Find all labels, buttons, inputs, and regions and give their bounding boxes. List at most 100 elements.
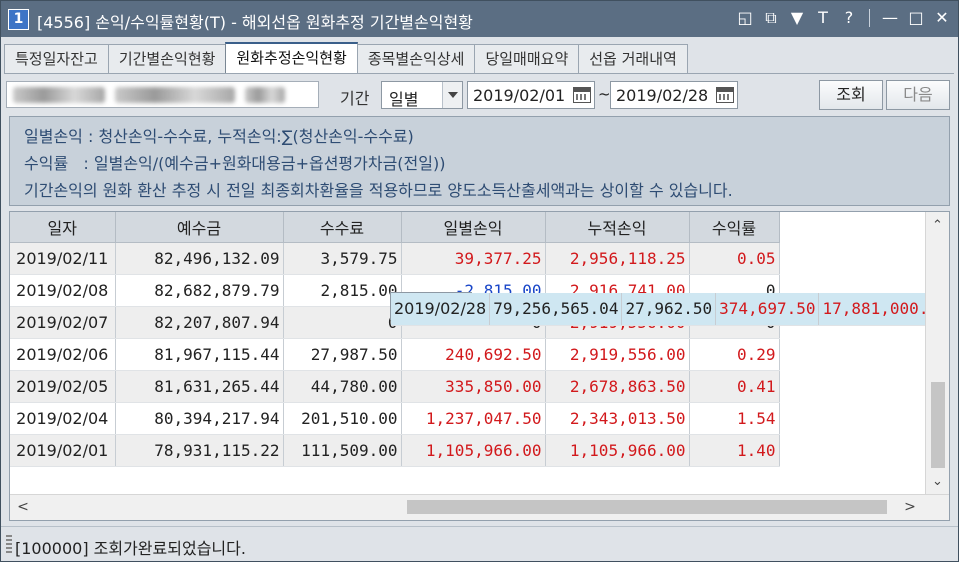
window-title: [4556] 손익/수익률현황(T) - 해외선옵 원화추정 기간별손익현황 [37, 13, 473, 32]
date-to-value: 2019/02/28 [616, 86, 709, 105]
table-cell: 82,207,807.94 [115, 306, 284, 339]
table-cell: 1.40 [689, 434, 780, 467]
window: 1 [4556] 손익/수익률현황(T) - 해외선옵 원화추정 기간별손익현황… [0, 0, 959, 562]
table-cell: 3,579.75 [283, 242, 402, 275]
vertical-scrollbar[interactable]: ⌃ ⌄ [925, 212, 949, 494]
table-row[interactable]: 2019/02/05 81,631,265.44 44,780.00 335,850.… [10, 370, 780, 403]
period-label: 기간 [340, 89, 370, 108]
info-line-notice: 기간손익의 원화 환산 추정 시 전일 최종회차환율을 적용하므로 양도소득산출… [24, 181, 733, 200]
table-cell: 2019/02/01 [10, 434, 116, 467]
table-cell: 201,510.00 [283, 402, 402, 435]
help-icon[interactable]: ? [839, 7, 859, 29]
title-bar-separator [869, 9, 870, 27]
table-cell: 44,780.00 [283, 370, 402, 403]
minimize-icon[interactable]: — [880, 7, 900, 29]
tab-4[interactable]: 종목별손익상세 [356, 44, 476, 73]
maximize-icon[interactable]: □ [906, 7, 926, 29]
table-cell: 0.05 [689, 242, 780, 275]
date-from-field[interactable]: 2019/02/01 [467, 81, 595, 109]
column-header[interactable]: 누적손익 [545, 212, 690, 243]
table-cell: 79,256,565.04 [489, 293, 623, 326]
tab-3[interactable]: 원화추정손익현황 [225, 42, 358, 73]
table-cell: 27,962.50 [621, 293, 717, 326]
pnl-grid: 일자 예수금 수수료 일별손익 누적손익 수익률 2019/02/28 79,256,565… [9, 211, 950, 521]
date-from-value: 2019/02/01 [473, 86, 566, 105]
column-header[interactable]: 예수금 [115, 212, 284, 243]
scroll-up-icon[interactable]: ⌃ [926, 214, 949, 238]
table-cell: 1,105,966.00 [545, 434, 690, 467]
table-cell: 82,682,879.79 [115, 274, 284, 307]
copy-window-icon[interactable]: ⧉ [761, 7, 781, 29]
scroll-left-icon[interactable]: < [12, 495, 34, 520]
search-button[interactable]: 조회 [819, 80, 883, 110]
window-number-badge[interactable]: 1 [8, 9, 29, 30]
table-cell: 78,931,115.22 [115, 434, 284, 467]
table-cell: 81,967,115.44 [115, 338, 284, 371]
period-select[interactable]: 일별 [381, 81, 463, 109]
table-row[interactable]: 2019/02/06 81,967,115.44 27,987.50 240,692.… [10, 338, 780, 371]
layout-icon[interactable]: ◱ [735, 7, 755, 29]
column-header[interactable]: 일별손익 [401, 212, 546, 243]
table-cell: 80,394,217.94 [115, 402, 284, 435]
calendar-icon[interactable] [573, 87, 591, 103]
scroll-right-icon[interactable]: > [899, 495, 921, 520]
table-cell: 2,815.00 [283, 274, 402, 307]
info-line-return-rate: 수익률 : 일별손익/(예수금+원화대용금+옵션평가차금(전일)) [24, 154, 446, 173]
column-header[interactable]: 수수료 [283, 212, 402, 243]
table-header-row: 일자 예수금 수수료 일별손익 누적손익 수익률 [10, 212, 780, 243]
vertical-scroll-thumb[interactable] [931, 382, 945, 468]
table-cell: 1,237,047.50 [401, 402, 546, 435]
title-bar: 1 [4556] 손익/수익률현황(T) - 해외선옵 원화추정 기간별손익현황… [1, 1, 958, 37]
table-row[interactable]: 2019/02/11 82,496,132.09 3,579.75 39,377.25… [10, 242, 780, 275]
tab-2[interactable]: 기간별손익현황 [107, 44, 227, 73]
tab-bar: 특정일자잔고 기간별손익현황 원화추정손익현황 종목별손익상세 당일매매요약 선옵 거래내… [4, 42, 688, 74]
tab-divider [4, 73, 954, 74]
column-header[interactable]: 일자 [10, 212, 116, 243]
tab-1[interactable]: 특정일자잔고 [4, 44, 109, 73]
date-range-separator: ~ [598, 85, 611, 103]
next-button[interactable]: 다음 [886, 80, 950, 110]
table-cell: 2019/02/05 [10, 370, 116, 403]
grip-icon [6, 535, 12, 553]
table-cell: 2,956,118.25 [545, 242, 690, 275]
table-cell: 2,919,556.00 [545, 338, 690, 371]
table-cell: 27,987.50 [283, 338, 402, 371]
account-field-redacted[interactable] [6, 81, 319, 108]
status-message: [100000] 조회가완료되었습니다. [15, 539, 246, 558]
horizontal-scrollbar[interactable]: < > [10, 494, 949, 520]
pnl-table: 일자 예수금 수수료 일별손익 누적손익 수익률 2019/02/28 79,256,565… [10, 212, 949, 467]
table-cell: 2,343,013.50 [545, 402, 690, 435]
table-row[interactable]: 2019/02/28 79,256,565.04 27,962.50 374,697.… [390, 292, 949, 326]
table-cell: 2019/02/08 [10, 274, 116, 307]
chevron-down-icon[interactable] [442, 82, 462, 108]
table-cell: 2019/02/07 [10, 306, 116, 339]
date-to-field[interactable]: 2019/02/28 [610, 81, 738, 109]
table-cell: 1.54 [689, 402, 780, 435]
table-cell: 82,496,132.09 [115, 242, 284, 275]
column-header[interactable]: 수익률 [689, 212, 780, 243]
calendar-icon[interactable] [716, 87, 734, 103]
table-cell: 1,105,966.00 [401, 434, 546, 467]
table-cell: 39,377.25 [401, 242, 546, 275]
table-cell: 2019/02/06 [10, 338, 116, 371]
tab-5[interactable]: 당일매매요약 [474, 44, 580, 73]
scroll-down-icon[interactable]: ⌄ [926, 470, 949, 494]
table-cell: 335,850.00 [401, 370, 546, 403]
status-bar: [100000] 조회가완료되었습니다. [1, 526, 958, 561]
table-row[interactable]: 2019/02/04 80,394,217.94 201,510.00 1,237,0… [10, 402, 780, 435]
text-icon[interactable]: T [813, 7, 833, 29]
period-select-value: 일별 [389, 90, 419, 109]
pin-icon[interactable]: ▼ [787, 7, 807, 29]
info-line-daily-pnl: 일별손익 : 청산손익-수수료, 누적손익:∑(청산손익-수수료) [24, 127, 414, 146]
tab-6[interactable]: 선옵 거래내역 [578, 44, 688, 73]
table-cell: 0 [283, 306, 402, 339]
title-bar-icons: ◱ ⧉ ▼ T? — □ ✕ [735, 7, 952, 29]
horizontal-scroll-thumb[interactable] [407, 500, 887, 514]
close-icon[interactable]: ✕ [932, 7, 952, 29]
table-cell: 240,692.50 [401, 338, 546, 371]
info-panel: 일별손익 : 청산손익-수수료, 누적손익:∑(청산손익-수수료) 수익률 : … [9, 116, 950, 206]
table-cell: 0.41 [689, 370, 780, 403]
table-cell: 2019/02/28 [391, 293, 491, 326]
table-row[interactable]: 2019/02/01 78,931,115.22 111,509.00 1,105,9… [10, 434, 780, 467]
table-cell: 2019/02/04 [10, 402, 116, 435]
